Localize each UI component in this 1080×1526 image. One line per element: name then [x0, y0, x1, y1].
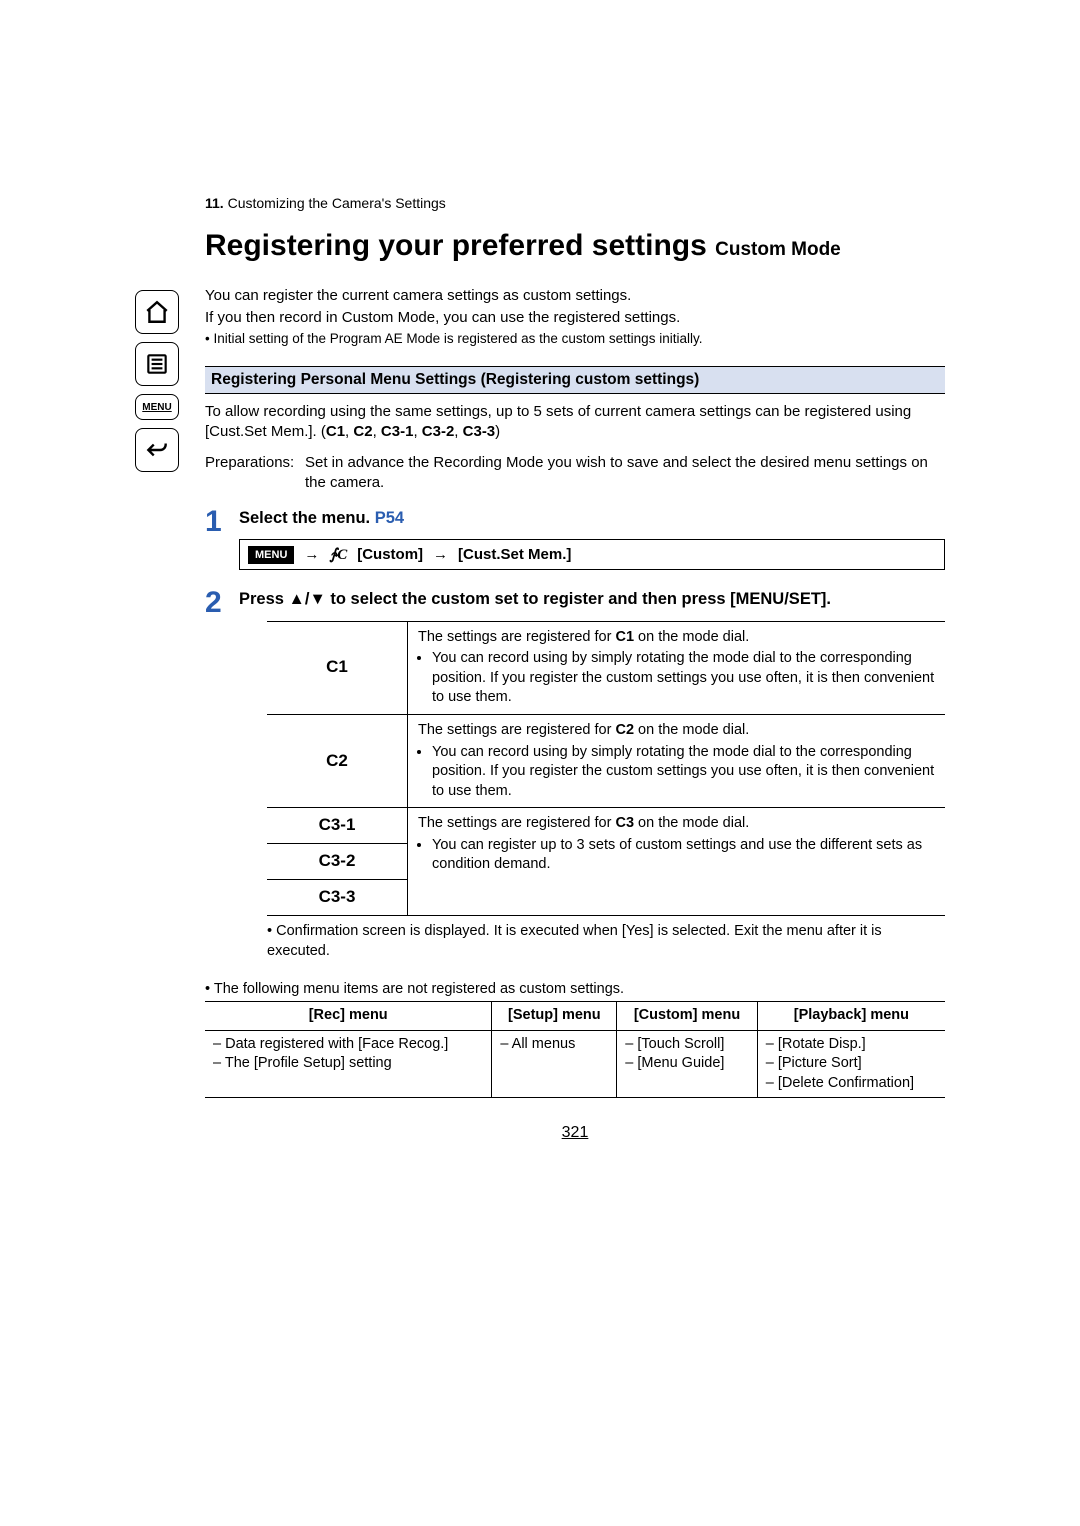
intro-line-2: If you then record in Custom Mode, you c… — [205, 308, 945, 328]
row-desc-c3: The settings are registered for C3 on th… — [408, 808, 946, 916]
row-desc-c1: The settings are registered for C1 on th… — [408, 621, 946, 714]
following-note: The following menu items are not registe… — [205, 981, 945, 997]
chapter-title: Customizing the Camera's Settings — [228, 195, 446, 211]
cell-custom: – [Touch Scroll] – [Menu Guide] — [617, 1030, 758, 1098]
page-reference[interactable]: P54 — [375, 509, 404, 527]
step-2: 2 Press ▲/▼ to select the custom set to … — [205, 588, 945, 973]
step-number-1: 1 — [205, 507, 239, 582]
col-custom: [Custom] menu — [617, 1002, 758, 1031]
title-sub: Custom Mode — [715, 239, 841, 260]
step-2-title: Press ▲/▼ to select the custom set to re… — [239, 588, 945, 610]
allow-paragraph: To allow recording using the same settin… — [205, 402, 945, 443]
col-rec: [Rec] menu — [205, 1002, 492, 1031]
not-registered-table: [Rec] menu [Setup] menu [Custom] menu [P… — [205, 1001, 945, 1098]
prep-label: Preparations: — [205, 453, 305, 494]
home-icon[interactable] — [135, 290, 179, 334]
preparations: Preparations: Set in advance the Recordi… — [205, 453, 945, 494]
chapter-number: 11. — [205, 195, 224, 211]
section-heading: Registering Personal Menu Settings (Regi… — [205, 366, 945, 394]
intro-line-1: You can register the current camera sett… — [205, 286, 945, 306]
col-playback: [Playback] menu — [757, 1002, 945, 1031]
row-key-c32: C3-2 — [267, 844, 408, 880]
table-row: C3-1 The settings are registered for C3 … — [267, 808, 945, 844]
cell-setup: – All menus — [492, 1030, 617, 1098]
table-row: C1 The settings are registered for C1 on… — [267, 621, 945, 714]
page-content: 11. Customizing the Camera's Settings Re… — [205, 195, 945, 1142]
row-key-c1: C1 — [267, 621, 408, 714]
toc-icon[interactable] — [135, 342, 179, 386]
menu-path-custom: [Custom] — [357, 546, 423, 563]
menu-path: MENU → ∱C [Custom] → [Cust.Set Mem.] — [239, 539, 945, 570]
title-main: Registering your preferred settings — [205, 229, 707, 262]
menu-chip-icon: MENU — [248, 546, 294, 564]
intro-block: You can register the current camera sett… — [205, 286, 945, 349]
intro-note: • Initial setting of the Program AE Mode… — [205, 330, 945, 348]
menu-icon[interactable]: MENU — [135, 394, 179, 420]
back-icon[interactable] — [135, 428, 179, 472]
cell-playback: – [Rotate Disp.] – [Picture Sort] – [Del… — [757, 1030, 945, 1098]
custom-set-table: C1 The settings are registered for C1 on… — [267, 621, 945, 916]
row-desc-c2: The settings are registered for C2 on th… — [408, 715, 946, 808]
menu-path-custsetmem: [Cust.Set Mem.] — [458, 546, 571, 563]
table-row: – Data registered with [Face Recog.] – T… — [205, 1030, 945, 1098]
row-key-c33: C3-3 — [267, 880, 408, 916]
table-row: C2 The settings are registered for C2 on… — [267, 715, 945, 808]
prep-text: Set in advance the Recording Mode you wi… — [305, 453, 945, 494]
step-1-title: Select the menu. P54 — [239, 507, 945, 529]
row-key-c31: C3-1 — [267, 808, 408, 844]
step-1: 1 Select the menu. P54 MENU → ∱C [Custom… — [205, 507, 945, 582]
arrow-icon: → — [433, 546, 448, 563]
cell-rec: – Data registered with [Face Recog.] – T… — [205, 1030, 492, 1098]
confirmation-note: Confirmation screen is displayed. It is … — [267, 922, 945, 961]
sidebar-nav: MENU — [135, 290, 185, 480]
chapter-heading: 11. Customizing the Camera's Settings — [205, 195, 945, 211]
updown-arrows-icon: ▲/▼ — [289, 590, 326, 608]
col-setup: [Setup] menu — [492, 1002, 617, 1031]
arrow-icon: → — [304, 546, 319, 563]
step-number-2: 2 — [205, 588, 239, 973]
page-title: Registering your preferred settings Cust… — [205, 229, 945, 264]
menu-label: MENU — [142, 402, 171, 413]
fc-icon: ∱C — [329, 545, 347, 564]
row-key-c2: C2 — [267, 715, 408, 808]
page-number[interactable]: 321 — [205, 1124, 945, 1142]
table-header-row: [Rec] menu [Setup] menu [Custom] menu [P… — [205, 1002, 945, 1031]
